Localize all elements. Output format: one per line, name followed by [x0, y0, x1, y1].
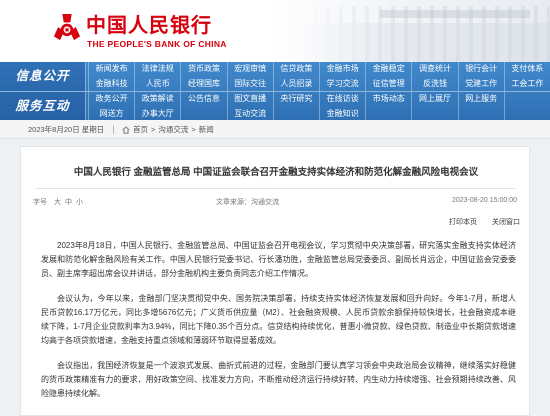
nav-item[interactable]: 央行研究	[272, 92, 319, 107]
nav-item[interactable]: 在线访谈	[319, 92, 365, 107]
nav-empty-cell	[411, 106, 457, 121]
nav-item[interactable]: 调查统计	[411, 62, 457, 77]
title-divider	[35, 188, 515, 189]
nav-item[interactable]: 银行会计	[457, 62, 504, 77]
breadcrumb-separator: >	[191, 125, 196, 134]
nav-item[interactable]: 支付体系	[503, 62, 550, 77]
nav-item[interactable]: 党建工作	[457, 76, 504, 91]
current-date: 2023年8月20日 星期日	[28, 125, 105, 134]
main-nav: 信息公开 新闻发布 法律法规 货币政策 宏观审慎 信贷政策 金融市场 金融稳定 调查统计 银行会计…	[0, 62, 550, 121]
nav-item[interactable]: 反洗钱	[411, 76, 457, 91]
nav-section: 信息公开 新闻发布 法律法规 货币政策 宏观审慎 信贷政策 金融市场 金融稳定 调查统计 银行会计…	[0, 62, 550, 91]
nav-item[interactable]: 政务公开	[88, 92, 134, 107]
nav-item[interactable]: 新闻发布	[88, 62, 134, 77]
breadcrumb-bar: 2023年8月20日 星期日 首页 > 沟通交流 > 新闻	[0, 120, 550, 139]
article-date: 2023-08-20 15:00:00	[452, 197, 517, 204]
article-paragraph: 会议指出，我国经济恢复是一个波浪式发展、曲折式前进的过程，金融部门要认真学习领会…	[41, 361, 516, 398]
breadcrumb: 首页 > 沟通交流 > 新闻	[113, 125, 214, 134]
article-title: 中国人民银行 金融监管总局 中国证监会联合召开金融支持实体经济和防范化解金融风险…	[73, 167, 479, 178]
article-paragraph: 会议认为，今年以来，金融部门坚决贯彻党中央、国务院决策部署，持续支持实体经济恢复…	[41, 294, 516, 345]
nav-item[interactable]: 图文直播	[226, 92, 273, 107]
nav-item[interactable]: 网上展厅	[411, 92, 457, 107]
nav-item[interactable]: 宏观审慎	[226, 62, 273, 77]
nav-empty-cell	[180, 106, 226, 121]
nav-item[interactable]: 网上服务	[457, 92, 504, 107]
breadcrumb-news[interactable]: 新闻	[199, 125, 214, 134]
nav-empty-cell	[272, 106, 319, 121]
logo-english[interactable]: THE PEOPLE'S BANK OF CHINA	[87, 39, 227, 49]
print-page-link[interactable]: 打印本页	[449, 217, 477, 227]
article-source: 文章来源：沟通交流	[216, 199, 279, 206]
nav-item[interactable]: 法律法规	[134, 62, 180, 77]
nav-item[interactable]: 信贷政策	[272, 62, 319, 77]
article-body: 2023年8月18日，中国人民银行、金融监管总局、中国证监会召开电视会议，学习贯…	[41, 239, 516, 412]
nav-item[interactable]: 货币政策	[180, 62, 226, 77]
nav-item[interactable]: 办事大厅	[134, 106, 180, 121]
nav-item[interactable]: 政策解读	[134, 92, 180, 107]
nav-item[interactable]: 金融市场	[319, 62, 365, 77]
breadcrumb-home[interactable]: 首页	[133, 125, 148, 134]
nav-empty-cell	[503, 92, 550, 107]
nav-item[interactable]: 金融知识	[319, 106, 365, 121]
nav-item[interactable]: 网送方	[88, 106, 134, 121]
nav-item[interactable]: 人员招录	[272, 76, 319, 91]
nav-item[interactable]: 互动交流	[226, 106, 273, 121]
nav-item[interactable]: 学习交流	[319, 76, 365, 91]
nav-empty-cell	[365, 106, 411, 121]
nav-item[interactable]: 市场动态	[365, 92, 411, 107]
header-banner-roof	[380, 10, 530, 18]
article-tools: 打印本页 关闭窗口	[21, 217, 531, 227]
close-window-link[interactable]: 关闭窗口	[492, 217, 520, 227]
font-size-large[interactable]: 大	[54, 197, 61, 207]
nav-section: 服务互动 政务公开 政策解读 公告信息 图文直播 央行研究 在线访谈 市场动态 网上展厅 网上服务…	[0, 91, 550, 121]
nav-item[interactable]: 国际交往	[226, 76, 273, 91]
article-paragraph: 2023年8月18日，中国人民银行、金融监管总局、中国证监会召开电视会议，学习贯…	[41, 241, 516, 278]
nav-item[interactable]: 工会工作	[503, 76, 550, 91]
logo-chinese[interactable]: 中国人民银行	[86, 9, 212, 38]
article-meta: 字号 大 中 小 文章来源：沟通交流 2023-08-20 15:00:00	[21, 197, 531, 207]
nav-section-label: 服务互动	[0, 92, 86, 121]
breadcrumb-communication[interactable]: 沟通交流	[158, 125, 188, 134]
nav-empty-cell	[503, 106, 550, 121]
article-panel: 中国人民银行 金融监管总局 中国证监会联合召开金融支持实体经济和防范化解金融风险…	[20, 146, 530, 416]
nav-item[interactable]: 人民币	[134, 76, 180, 91]
nav-item[interactable]: 经理国库	[180, 76, 226, 91]
site-header: 中国人民银行 THE PEOPLE'S BANK OF CHINA	[0, 0, 550, 62]
nav-section-label: 信息公开	[0, 62, 86, 91]
nav-item[interactable]: 征信管理	[365, 76, 411, 91]
font-size-medium[interactable]: 中	[65, 197, 72, 207]
nav-item[interactable]: 金融稳定	[365, 62, 411, 77]
font-size-small[interactable]: 小	[76, 197, 83, 207]
nav-item[interactable]: 金融科技	[88, 76, 134, 91]
font-size-label: 字号	[33, 199, 47, 206]
pboc-emblem-icon[interactable]	[53, 13, 81, 43]
font-size-options: 大 中 小	[54, 197, 83, 207]
breadcrumb-separator: >	[151, 125, 156, 134]
nav-item[interactable]: 公告信息	[180, 92, 226, 107]
home-icon[interactable]	[122, 125, 130, 134]
nav-empty-cell	[457, 106, 504, 121]
